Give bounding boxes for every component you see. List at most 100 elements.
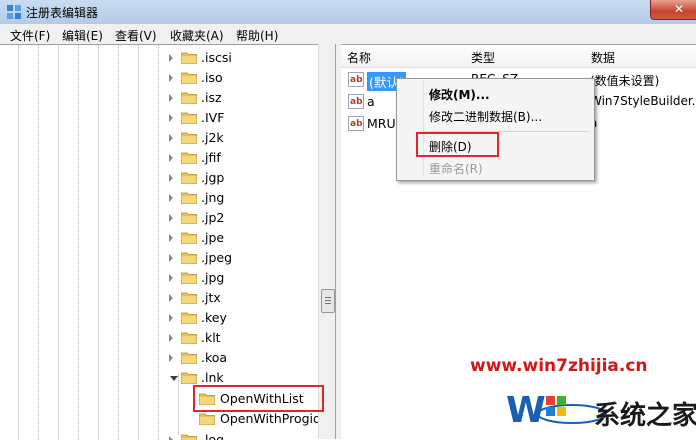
menu-file[interactable]: 文件(F) xyxy=(10,27,50,44)
tree-node-label: .isz xyxy=(201,90,222,105)
tree-node[interactable]: .koa xyxy=(0,348,320,368)
expand-arrow-icon[interactable] xyxy=(169,294,173,302)
menu-view[interactable]: 查看(V) xyxy=(115,27,157,44)
folder-icon xyxy=(180,131,198,145)
tree-child-node[interactable]: OpenWithProgids xyxy=(0,409,327,429)
tree-node-label: .jgp xyxy=(201,170,225,185)
value-name: MRU xyxy=(367,116,396,131)
expand-arrow-icon[interactable] xyxy=(169,134,173,142)
watermark-url: www.win7zhijia.cn xyxy=(470,356,648,376)
folder-icon xyxy=(180,251,198,265)
folder-icon xyxy=(180,371,198,385)
tree-node-label: .key xyxy=(201,310,227,325)
folder-icon xyxy=(180,331,198,345)
tree-node[interactable]: .klt xyxy=(0,328,320,348)
tree-node[interactable]: .jng xyxy=(0,188,320,208)
menu-modify-binary[interactable]: 修改二进制数据(B)... xyxy=(429,108,542,125)
tree-node[interactable]: .IVF xyxy=(0,108,320,128)
expand-arrow-icon[interactable] xyxy=(169,74,173,82)
folder-icon xyxy=(180,91,198,105)
grip-line xyxy=(325,297,331,298)
expand-arrow-icon[interactable] xyxy=(169,54,173,62)
tree-node[interactable]: .jgp xyxy=(0,168,320,188)
tree-node-label: .IVF xyxy=(201,110,225,125)
string-value-icon: ab xyxy=(348,72,364,87)
column-name-label: 名称 xyxy=(347,51,372,65)
string-value-icon: ab xyxy=(348,94,364,109)
scroll-thumb[interactable] xyxy=(321,289,335,313)
tree-node-label: .iscsi xyxy=(201,50,232,65)
tree-node-label: .koa xyxy=(201,350,228,365)
string-value-icon: ab xyxy=(348,116,364,131)
tree-node[interactable]: .jfif xyxy=(0,148,320,168)
tree-node[interactable]: .jpg xyxy=(0,268,320,288)
close-button[interactable]: ✕ xyxy=(650,0,696,20)
folder-icon xyxy=(180,351,198,365)
tree-node-label: .lnk xyxy=(201,370,224,385)
folder-icon xyxy=(180,51,198,65)
tree-node[interactable]: .j2k xyxy=(0,128,320,148)
expand-arrow-icon[interactable] xyxy=(169,234,173,242)
collapse-arrow-icon[interactable] xyxy=(170,376,178,381)
menu-bar: 文件(F) 编辑(E) 查看(V) 收藏夹(A) 帮助(H) xyxy=(0,24,696,44)
grip-line xyxy=(325,300,331,301)
expand-arrow-icon[interactable] xyxy=(169,274,173,282)
expand-arrow-icon[interactable] xyxy=(169,314,173,322)
expand-arrow-icon[interactable] xyxy=(169,214,173,222)
value-name: a xyxy=(367,94,375,109)
tree-node[interactable]: .jp2 xyxy=(0,208,320,228)
column-type-label: 类型 xyxy=(471,51,496,65)
column-data-label: 数据 xyxy=(591,51,616,65)
grip-line xyxy=(325,303,331,304)
expand-arrow-icon[interactable] xyxy=(169,174,173,182)
folder-icon xyxy=(180,171,198,185)
folder-icon xyxy=(180,291,198,305)
menu-favorites[interactable]: 收藏夹(A) xyxy=(170,27,224,44)
column-type[interactable]: 类型 xyxy=(465,45,586,68)
tree-node[interactable]: .iso xyxy=(0,68,320,88)
tree-node[interactable]: .key xyxy=(0,308,320,328)
folder-icon xyxy=(180,151,198,165)
key-tree[interactable]: .iscsi .iso .isz .IVF .j2k .jfif .jgp .jng .jp2.… xyxy=(0,44,335,440)
expand-arrow-icon[interactable] xyxy=(169,94,173,102)
expand-arrow-icon[interactable] xyxy=(169,114,173,122)
folder-icon xyxy=(180,231,198,245)
column-name[interactable]: 名称 xyxy=(341,45,466,68)
tree-node-label: .j2k xyxy=(201,130,224,145)
tree-node-label: .jpg xyxy=(201,270,225,285)
tree-node-label: .jpeg xyxy=(201,250,233,265)
tree-node-label: .klt xyxy=(201,330,221,345)
tree-node[interactable]: .jpeg xyxy=(0,248,320,268)
context-menu: 修改(M)... 修改二进制数据(B)... 删除(D) 重命名(R) xyxy=(396,78,595,181)
close-icon: ✕ xyxy=(673,2,685,16)
menu-rename[interactable]: 重命名(R) xyxy=(429,160,483,177)
expand-arrow-icon[interactable] xyxy=(169,254,173,262)
tree-node[interactable]: .isz xyxy=(0,88,320,108)
folder-icon xyxy=(180,111,198,125)
folder-icon xyxy=(180,311,198,325)
tree-node-label: .jtx xyxy=(201,290,221,305)
tree-node-label: .jpe xyxy=(201,230,225,245)
column-data[interactable]: 数据 xyxy=(585,45,696,68)
watermark-text: 系统之家 xyxy=(594,401,696,431)
registry-editor-icon xyxy=(7,5,21,19)
expand-arrow-icon[interactable] xyxy=(169,334,173,342)
folder-icon xyxy=(180,191,198,205)
expand-arrow-icon[interactable] xyxy=(169,194,173,202)
tree-scrollbar[interactable] xyxy=(318,44,336,439)
tree-node-label: .jng xyxy=(201,190,225,205)
tree-node[interactable]: .iscsi xyxy=(0,48,320,68)
folder-icon xyxy=(180,211,198,225)
tree-node[interactable]: .jpe xyxy=(0,228,320,248)
window-title: 注册表编辑器 xyxy=(26,6,99,20)
folder-icon xyxy=(180,271,198,285)
expand-arrow-icon[interactable] xyxy=(169,154,173,162)
expand-arrow-icon[interactable] xyxy=(169,436,173,440)
menu-edit[interactable]: 编辑(E) xyxy=(62,27,103,44)
tree-node[interactable]: .jtx xyxy=(0,288,320,308)
folder-icon xyxy=(180,71,198,85)
menu-help[interactable]: 帮助(H) xyxy=(236,27,278,44)
menu-modify[interactable]: 修改(M)... xyxy=(429,86,490,103)
value-data: (数值未设置) xyxy=(590,74,660,88)
expand-arrow-icon[interactable] xyxy=(169,354,173,362)
